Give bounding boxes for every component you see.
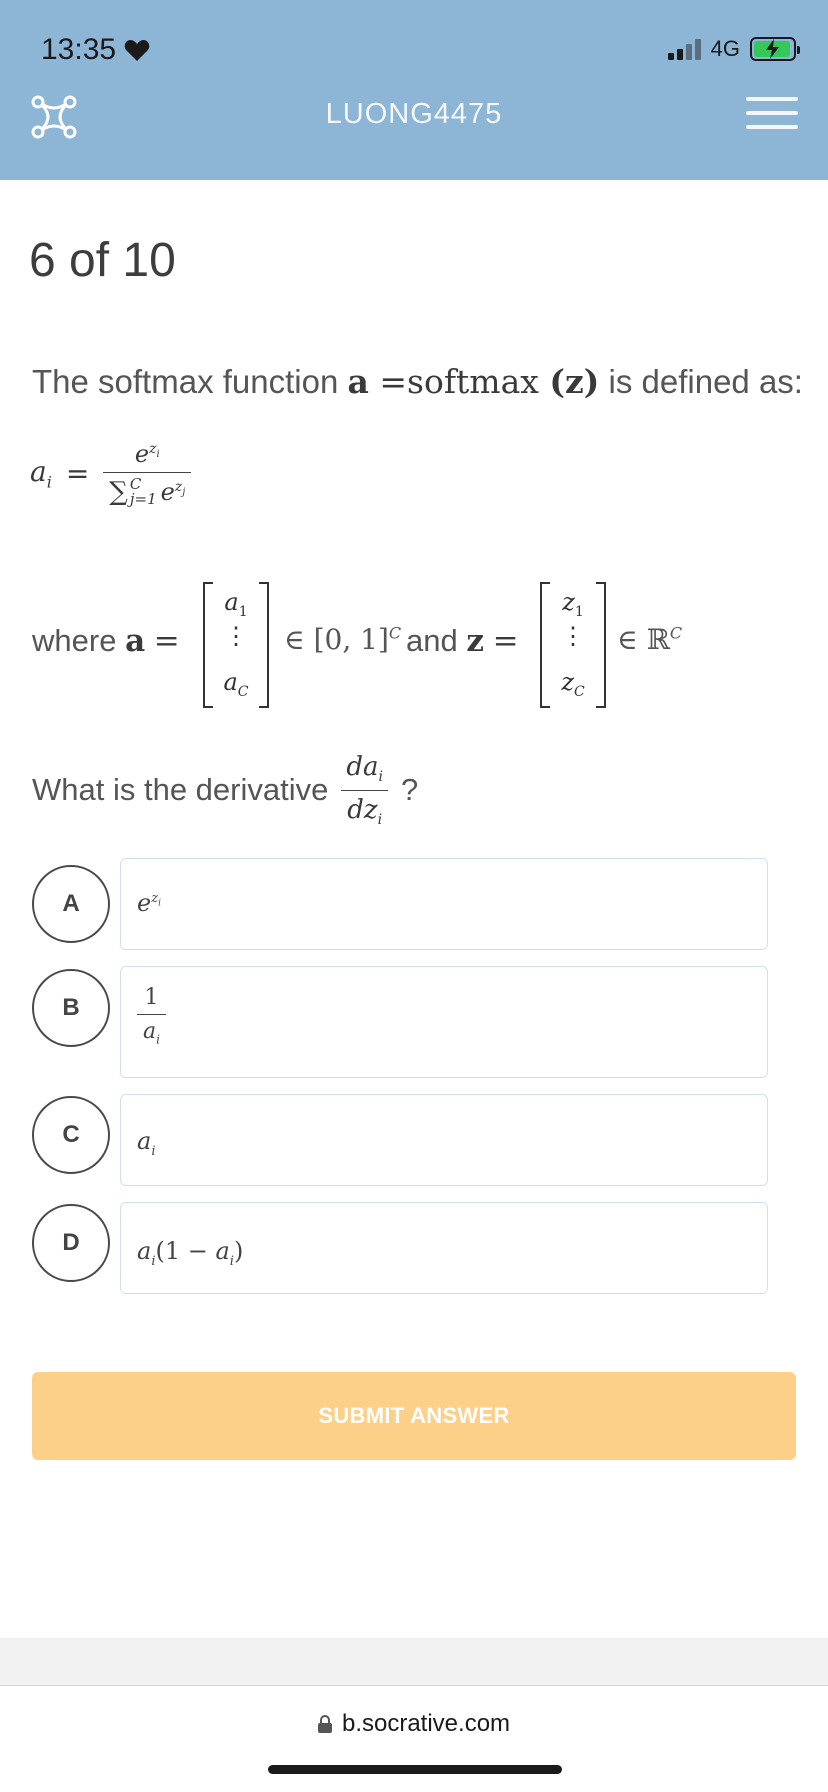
z-domain: ∈ ℝC <box>617 623 683 656</box>
status-indicators: 4G <box>667 36 800 62</box>
derivative-fraction: dai dzi <box>340 752 389 828</box>
a-domain: ∈ [0, 1]C <box>284 623 402 656</box>
option-a-content: ezi <box>137 889 161 917</box>
option-c-box[interactable]: ai <box>120 1094 768 1186</box>
question-intro: The softmax function a =softmax (z) is d… <box>32 362 803 401</box>
app-header: 13:35 4G LUONG4475 <box>0 0 828 180</box>
time-label: 13:35 <box>41 33 117 66</box>
option-b-box[interactable]: 1 ai <box>120 966 768 1078</box>
option-d[interactable]: D ai(1 − ai) <box>32 1202 768 1294</box>
option-a[interactable]: A ezi <box>32 858 768 950</box>
vector-definitions: where a = a1 ⋮ aC ∈ [0, 1]C and z = z1 ⋮… <box>32 582 792 712</box>
option-b-content: 1 ai <box>137 985 166 1046</box>
lock-icon <box>317 1715 332 1733</box>
derivative-question: What is the derivative dai dzi ? <box>32 752 419 828</box>
home-indicator[interactable] <box>268 1765 562 1774</box>
browser-toolbar-area <box>0 1638 828 1686</box>
url-text: b.socrative.com <box>341 1710 511 1737</box>
where-text: where a = <box>32 623 180 659</box>
option-d-letter[interactable]: D <box>32 1204 110 1282</box>
softmax-formula: ai = ezi ∑ C j=1 ezj <box>30 440 192 507</box>
option-d-content: ai(1 − ai) <box>137 1237 244 1269</box>
a-vector-matrix: a1 ⋮ aC <box>203 582 269 708</box>
option-c-letter[interactable]: C <box>32 1096 110 1174</box>
address-bar[interactable]: b.socrative.com <box>0 1710 828 1738</box>
heart-icon <box>124 40 150 61</box>
option-b[interactable]: B 1 ai <box>32 966 768 1078</box>
app-title: LUONG4475 <box>325 98 503 130</box>
z-vector-matrix: z1 ⋮ zC <box>540 582 606 708</box>
option-b-letter[interactable]: B <box>32 969 110 1047</box>
menu-icon[interactable] <box>746 95 798 131</box>
status-time: 13:35 <box>41 33 150 67</box>
submit-answer-button[interactable]: SUBMIT ANSWER <box>32 1372 796 1460</box>
formula-fraction: ezi ∑ C j=1 ezj <box>103 440 192 507</box>
and-text: and z = <box>406 623 519 659</box>
option-c[interactable]: C ai <box>32 1094 768 1186</box>
option-d-box[interactable]: ai(1 − ai) <box>120 1202 768 1294</box>
battery-icon <box>750 37 800 61</box>
option-c-content: ai <box>137 1127 156 1159</box>
derivative-prompt: What is the derivative <box>32 772 329 807</box>
question-progress: 6 of 10 <box>29 234 176 287</box>
option-a-box[interactable]: ezi <box>120 858 768 950</box>
option-a-letter[interactable]: A <box>32 865 110 943</box>
signal-icon <box>667 38 701 60</box>
network-label: 4G <box>710 36 740 61</box>
